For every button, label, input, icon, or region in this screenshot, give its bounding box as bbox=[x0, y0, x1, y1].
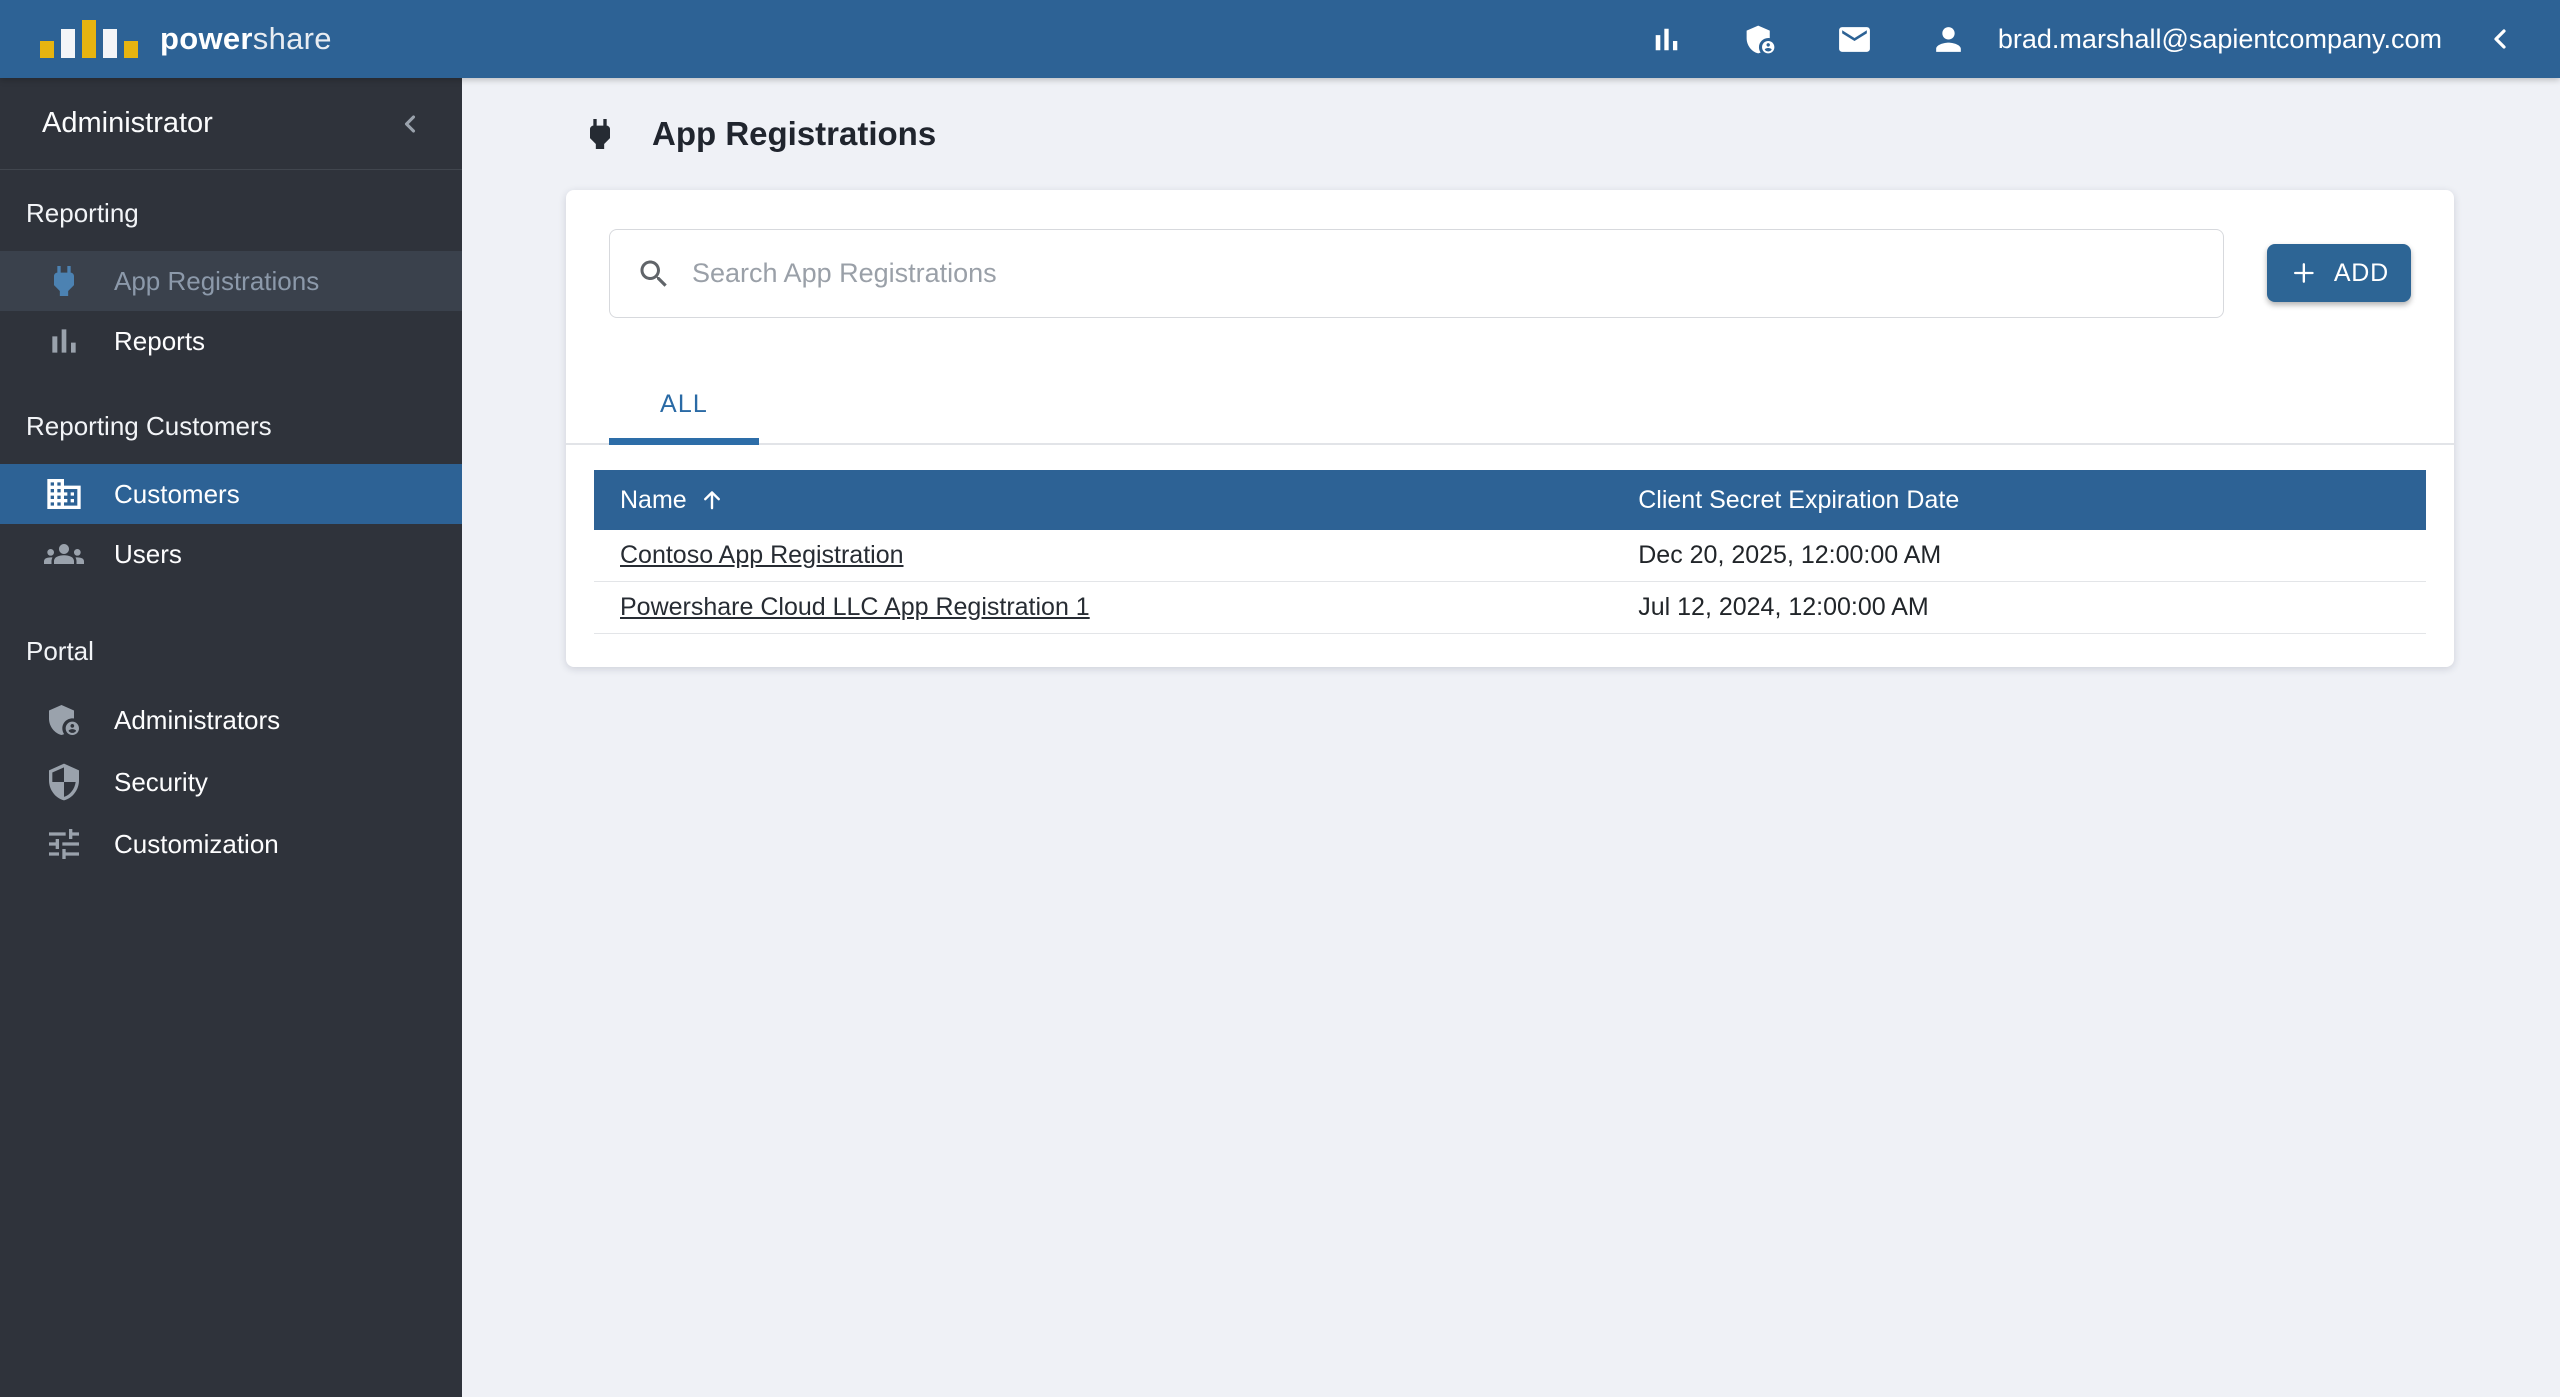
brand-logo[interactable]: powershare bbox=[40, 20, 332, 58]
brand-name: powershare bbox=[160, 21, 332, 56]
sidebar-item-label: Administrators bbox=[114, 704, 281, 735]
section-label: Reporting bbox=[26, 198, 139, 228]
tune-sliders-icon bbox=[42, 823, 86, 865]
add-button-label: ADD bbox=[2333, 258, 2389, 287]
topbar-actions: brad.marshall@sapientcompany.com bbox=[1648, 20, 2516, 58]
sidebar-section-reporting: Reporting App Registrations Reports bbox=[0, 170, 462, 371]
sidebar-item-label: Reports bbox=[114, 325, 206, 356]
registration-link[interactable]: Contoso App Registration bbox=[620, 541, 904, 569]
power-plug-icon bbox=[590, 119, 610, 149]
table-row[interactable]: Contoso App Registration Dec 20, 2025, 1… bbox=[594, 530, 2426, 582]
app-registrations-card: ADD ALL Name Client Secr bbox=[566, 190, 2454, 667]
account-button[interactable] bbox=[1930, 20, 1968, 58]
section-label: Reporting Customers bbox=[26, 411, 272, 441]
chevron-left-icon bbox=[404, 114, 416, 133]
sidebar-collapse-button[interactable] bbox=[396, 110, 424, 138]
expiration-date: Jul 12, 2024, 12:00:00 AM bbox=[1638, 593, 1929, 621]
search-input[interactable] bbox=[690, 257, 2198, 290]
page-title: App Registrations bbox=[652, 115, 937, 152]
mail-icon bbox=[1839, 26, 1871, 52]
power-plug-icon bbox=[42, 260, 86, 302]
registration-link[interactable]: Powershare Cloud LLC App Registration 1 bbox=[620, 593, 1090, 621]
sort-ascending-icon bbox=[703, 491, 720, 510]
table-header-row: Name Client Secret Expiration Date bbox=[594, 470, 2426, 530]
building-icon bbox=[42, 473, 86, 515]
sidebar-item-customers[interactable]: Customers bbox=[0, 464, 462, 524]
column-header-name[interactable]: Name bbox=[594, 486, 1638, 515]
tabs-bar: ALL bbox=[566, 365, 2454, 445]
sidebar-section-portal: Portal Administrators Security Customiza… bbox=[0, 584, 462, 875]
reports-shortcut-button[interactable] bbox=[1648, 20, 1686, 58]
sidebar-item-label: Customization bbox=[114, 828, 279, 859]
search-row: ADD bbox=[566, 229, 2454, 318]
sidebar-item-label: App Registrations bbox=[114, 265, 320, 296]
person-icon bbox=[1936, 26, 1962, 52]
search-icon bbox=[640, 260, 667, 287]
main-content: App Registrations ADD ALL bbox=[462, 78, 2560, 1397]
tab-label: ALL bbox=[659, 389, 709, 418]
mail-button[interactable] bbox=[1836, 20, 1874, 58]
sidebar-item-label: Customers bbox=[114, 478, 240, 509]
security-shield-icon bbox=[42, 761, 86, 803]
page-header: App Registrations bbox=[462, 78, 2560, 156]
tab-all[interactable]: ALL bbox=[609, 365, 759, 445]
expiration-date: Dec 20, 2025, 12:00:00 AM bbox=[1638, 541, 1942, 569]
sidebar-item-security[interactable]: Security bbox=[0, 751, 462, 813]
sidebar-item-users[interactable]: Users bbox=[0, 524, 462, 584]
user-email: brad.marshall@sapientcompany.com bbox=[1997, 23, 2442, 54]
chevron-left-icon bbox=[2494, 29, 2506, 49]
bar-chart-icon bbox=[42, 320, 86, 362]
sidebar-nav: Reporting App Registrations Reports Repo… bbox=[0, 170, 462, 875]
sidebar-section-reporting-customers: Reporting Customers Customers Users bbox=[0, 371, 462, 584]
column-header-label: Name bbox=[620, 485, 687, 514]
sidebar-item-administrators[interactable]: Administrators bbox=[0, 689, 462, 751]
section-label: Portal bbox=[26, 636, 94, 666]
sidebar-item-label: Users bbox=[114, 538, 182, 569]
column-header-expiration[interactable]: Client Secret Expiration Date bbox=[1638, 486, 2426, 515]
sidebar-item-app-registrations[interactable]: App Registrations bbox=[0, 251, 462, 311]
plus-icon bbox=[2294, 263, 2314, 283]
admin-shortcut-button[interactable] bbox=[1742, 20, 1780, 58]
sidebar-role-title: Administrator bbox=[42, 107, 213, 139]
column-header-label: Client Secret Expiration Date bbox=[1638, 485, 1960, 514]
brand-bars-icon bbox=[40, 20, 138, 58]
table-row[interactable]: Powershare Cloud LLC App Registration 1 … bbox=[594, 582, 2426, 634]
sidebar-item-customization[interactable]: Customization bbox=[0, 813, 462, 875]
topbar: powershare brad.marshall@sapientcompany.… bbox=[0, 0, 2560, 78]
people-group-icon bbox=[42, 533, 86, 575]
add-button[interactable]: ADD bbox=[2267, 244, 2411, 302]
admin-shield-icon bbox=[42, 699, 86, 741]
sidebar-item-label: Security bbox=[114, 766, 208, 797]
sidebar-header: Administrator bbox=[0, 78, 462, 170]
admin-shield-icon bbox=[1747, 25, 1775, 53]
topbar-collapse-button[interactable] bbox=[2484, 23, 2516, 55]
app-root: powershare brad.marshall@sapientcompany.… bbox=[0, 0, 2560, 1397]
sidebar: Administrator Reporting App Registration… bbox=[0, 78, 462, 1397]
search-box bbox=[609, 229, 2225, 318]
sidebar-item-reports[interactable]: Reports bbox=[0, 311, 462, 371]
registrations-table: Name Client Secret Expiration Date Conto… bbox=[594, 470, 2426, 634]
bar-chart-icon bbox=[1656, 28, 1678, 50]
